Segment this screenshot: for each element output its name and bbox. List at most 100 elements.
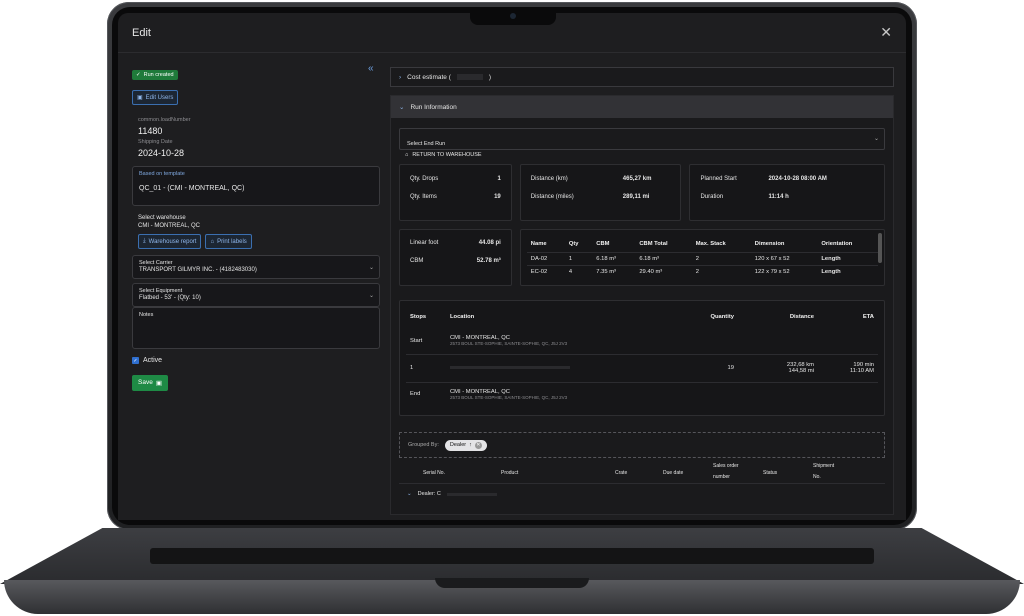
cbm-value: 52.78 m³ xyxy=(476,258,501,264)
group-row[interactable]: ⌄ Dealer: C xyxy=(399,484,885,504)
save-label: Save xyxy=(138,379,153,386)
qty-items-value: 19 xyxy=(494,194,501,200)
address-cell: 2573 BOUL STE-SOPHIE, SAINTE-SOPHIE, QC,… xyxy=(450,394,568,400)
shipment-header-2: No. xyxy=(813,474,821,480)
serial-header: Serial No. xyxy=(423,470,445,476)
dim-cell: 6.18 m³ xyxy=(639,255,659,262)
dim-cell: Length xyxy=(821,268,841,275)
group-chip-dealer[interactable]: Dealer ↑ ✕ xyxy=(444,439,487,451)
redacted-value xyxy=(446,492,497,496)
chevron-down-icon: ⌄ xyxy=(407,491,412,497)
table-row[interactable]: EC-02 4 7.35 m³ 29.40 m³ 2 122 x 79 x 52 Lengt… xyxy=(526,265,878,278)
floppy-icon: ▣ xyxy=(155,379,162,387)
save-button[interactable]: Save ▣ xyxy=(132,374,168,391)
template-label: Based on template xyxy=(139,171,185,177)
dim-header-5: Dimension xyxy=(754,240,785,247)
qty-items-label: Qty. Items xyxy=(410,194,437,200)
dim-cell: Length xyxy=(821,255,841,262)
address-cell: 2573 BOUL STE-SOPHIE, SAINTE-SOPHIE, QC,… xyxy=(450,341,568,347)
table-row[interactable]: End CMI - MONTREAL, QC 2573 BOUL STE-SOPH… xyxy=(406,382,878,406)
warehouse-label: Select warehouse xyxy=(138,215,186,221)
shipment-header: Shipment xyxy=(813,463,835,469)
right-panel: › Cost estimate ( ) ⌄ Run Information Se… xyxy=(390,67,894,515)
chevron-down-icon: ⌄ xyxy=(399,104,405,111)
dimensions-table-card: Name Qty CBM CBM Total Max. Stack Dimension Or… xyxy=(519,229,885,286)
end-run-select[interactable]: Select End Run ⌂ RETURN TO WAREHOUSE ⌄ xyxy=(399,128,885,158)
dim-header-0: Name xyxy=(530,240,547,247)
scrollbar[interactable] xyxy=(878,233,882,263)
status-badge-label: Run created xyxy=(143,72,174,78)
crate-header: Crate xyxy=(615,470,628,476)
status-header: Status xyxy=(763,470,778,476)
chevron-down-icon: ⌄ xyxy=(368,293,374,299)
dim-header-2: CBM xyxy=(596,240,610,247)
planned-start-value: 2024-10-28 08:00 AM xyxy=(768,176,827,182)
chevron-right-icon: › xyxy=(399,73,402,81)
table-row[interactable]: Start CMI - MONTREAL, QC 2573 BOUL STE-SO… xyxy=(406,328,878,354)
load-number-value: 11480 xyxy=(138,126,163,136)
stats-card-distance: Distance (km) 465,27 km Distance (miles) 2… xyxy=(519,164,682,221)
dim-header-4: Max. Stack xyxy=(695,240,726,247)
tag-icon: ⌂ xyxy=(210,238,215,245)
warehouse-report-label: Warehouse report xyxy=(148,238,197,245)
cbm-label: CBM xyxy=(410,258,424,264)
redacted-value xyxy=(456,74,483,80)
stop-cell: 1 xyxy=(410,365,414,371)
active-checkbox[interactable]: ✓ xyxy=(132,357,139,364)
quantity-cell: 19 xyxy=(727,365,734,371)
print-labels-button[interactable]: ⌂ Print labels xyxy=(205,234,252,249)
stop-cell: Start xyxy=(410,337,423,344)
quantity-header: Quantity xyxy=(710,314,734,320)
shipping-date-value: 2024-10-28 xyxy=(138,148,185,158)
items-table-header: Serial No. Product Crate Due date Sales … xyxy=(399,458,885,484)
template-value: QC_01 - (CMI - MONTREAL, QC) xyxy=(139,185,245,192)
warehouse-report-button[interactable]: ⤓ Warehouse report xyxy=(138,234,202,249)
print-labels-label: Print labels xyxy=(217,238,247,245)
stops-table-card: Stops Location Quantity Distance ETA Sta… xyxy=(399,300,885,416)
run-information-header[interactable]: ⌄ Run Information xyxy=(391,96,893,118)
template-field: Based on template QC_01 - (CMI - MONTREA… xyxy=(132,166,380,206)
dim-cell: 2 xyxy=(695,268,699,275)
planned-start-label: Planned Start xyxy=(700,176,737,182)
arrow-up-icon: ↑ xyxy=(469,442,472,448)
grouped-by-label: Grouped By: xyxy=(408,442,439,448)
edit-users-button[interactable]: ▣ Edit Users xyxy=(132,90,179,105)
edit-users-label: Edit Users xyxy=(145,94,174,101)
duration-label: Duration xyxy=(700,194,724,200)
due-date-header: Due date xyxy=(663,470,684,476)
notes-label: Notes xyxy=(139,312,154,318)
group-by-bar[interactable]: Grouped By: Dealer ↑ ✕ xyxy=(399,432,885,458)
location-header: Location xyxy=(450,314,475,320)
notes-textarea[interactable]: Notes xyxy=(132,307,380,349)
dim-cell: 2 xyxy=(695,255,699,262)
stats-card-qty: Qty. Drops 1 Qty. Items 19 xyxy=(399,164,512,221)
chevron-down-icon: ⌄ xyxy=(368,265,374,271)
end-run-value: RETURN TO WAREHOUSE xyxy=(412,152,482,158)
warehouse-icon: ⌂ xyxy=(405,152,409,158)
group-chip-label: Dealer xyxy=(449,442,467,448)
remove-chip-icon[interactable]: ✕ xyxy=(474,441,482,449)
equipment-value: Flatbed - 53' - (Qty: 10) xyxy=(139,295,201,301)
dim-cell: EC-02 xyxy=(530,268,548,275)
dim-cell: 1 xyxy=(568,255,573,262)
dimensions-table: Name Qty CBM CBM Total Max. Stack Dimension Or… xyxy=(526,236,878,278)
equipment-select[interactable]: Select Equipment Flatbed - 53' - (Qty: 1… xyxy=(132,283,380,307)
cost-estimate-header[interactable]: › Cost estimate ( ) xyxy=(390,67,894,87)
qty-drops-value: 1 xyxy=(497,176,501,182)
app-screen: Edit ✕ « ✓ Run created ▣ Edit Users common… xyxy=(118,13,906,520)
table-row[interactable]: 1 19 232,68 km 144,58 mi 190 min 11:10 AM xyxy=(406,354,878,382)
run-information-label: Run Information xyxy=(410,103,457,111)
warehouse-value[interactable]: CMI - MONTREAL, QC xyxy=(138,223,380,229)
trackpad-notch xyxy=(435,578,589,588)
table-row[interactable]: DA-02 1 6.18 m³ 6.18 m³ 2 120 x 67 x 52 Length xyxy=(526,252,878,265)
sales-order-header: Sales order xyxy=(713,463,739,469)
camera-icon xyxy=(510,13,516,19)
dialog-title: Edit xyxy=(132,26,151,39)
eta-header: ETA xyxy=(862,314,874,320)
product-header: Product xyxy=(501,470,519,476)
volume-card: Linear foot 44.08 pi CBM 52.78 m³ xyxy=(399,229,512,286)
dim-header-6: Orientation xyxy=(821,240,853,247)
carrier-select[interactable]: Select Carrier TRANSPORT GILMYR INC. - (… xyxy=(132,255,380,279)
sales-order-header-2: number xyxy=(713,474,730,480)
close-icon[interactable]: ✕ xyxy=(880,24,892,41)
